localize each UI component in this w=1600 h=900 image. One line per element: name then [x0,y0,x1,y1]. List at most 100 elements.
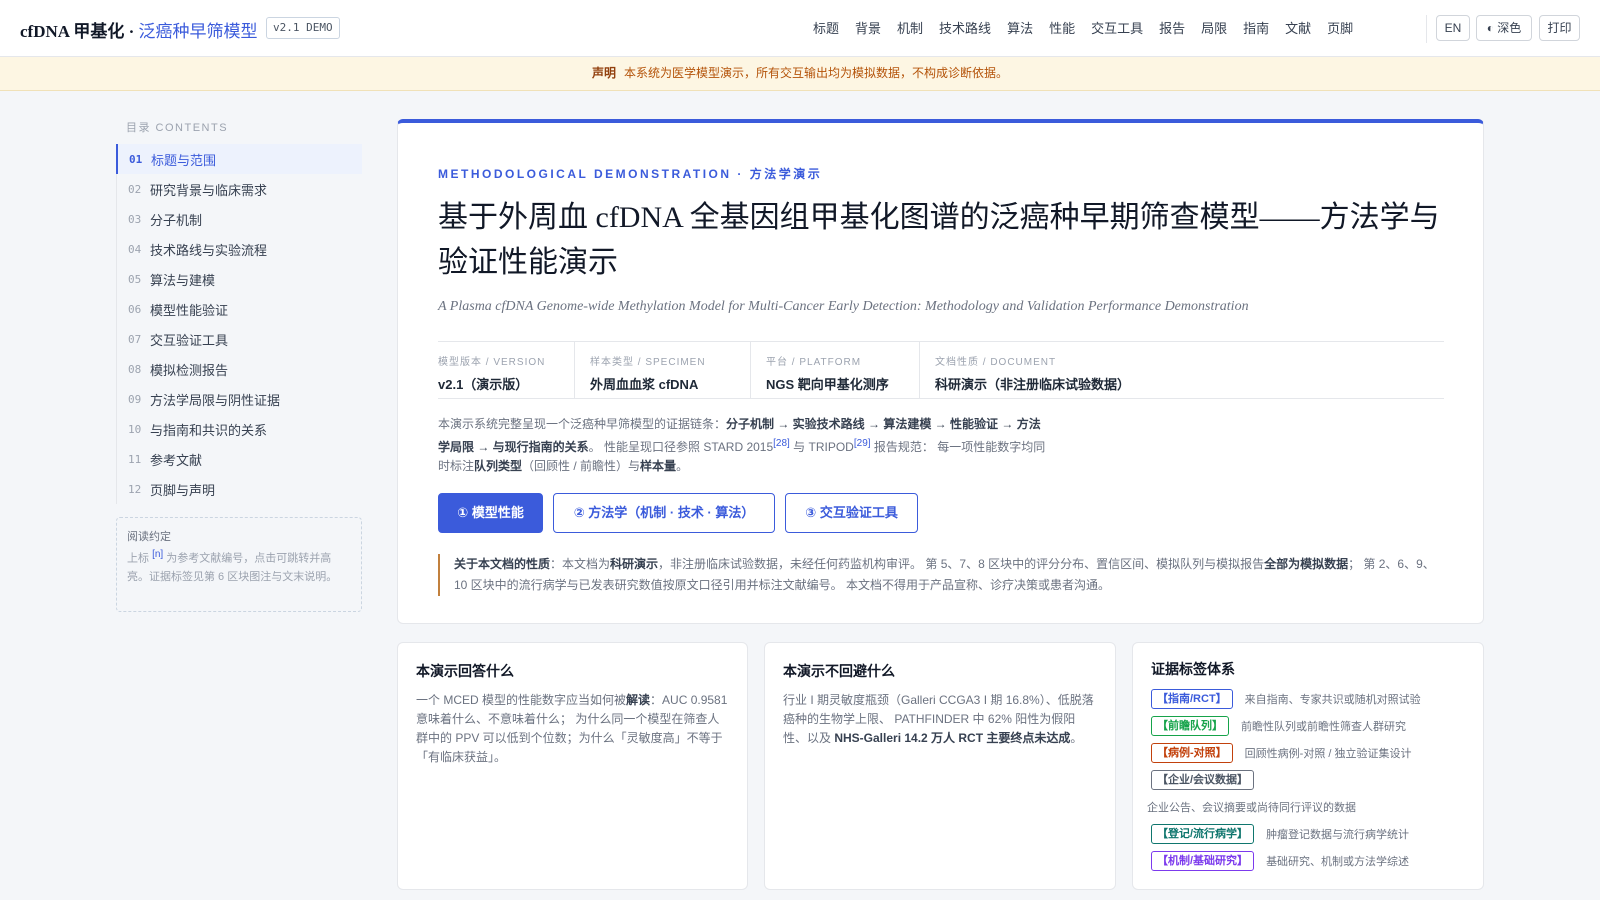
nav-item-algorithm[interactable]: 算法 [999,0,1041,57]
theme-toggle-button[interactable]: ◐ 深色 [1476,15,1532,41]
disclaimer-label: 声明 [591,66,616,80]
card-body: 行业 I 期灵敏度瓶颈（Galleri CCGA3 I 期 16.8%）、低脱落… [783,693,1094,745]
toc-item-06[interactable]: 06 模型性能验证 [117,294,362,324]
evidence-tag-desc-row: 企业公告、会议摘要或尚待同行评议的数据 [1147,793,1465,820]
page-title: 基于外周血 cfDNA 全基因组甲基化图谱的泛癌种早期筛查模型——方法学与验证性… [438,201,1440,279]
circled-one-icon: ① [457,505,469,520]
evidence-tag-row: 【病例-对照】 回顾性病例-对照 / 独立验证集设计 [1151,739,1465,766]
methodology-button[interactable]: ② 方法学（机制 · 技术 · 算法） [553,493,775,533]
toc-item-04[interactable]: 04 技术路线与实验流程 [117,234,362,264]
toc-item-01[interactable]: 01 标题与范围 [116,144,362,174]
tag-registry: 【登记/流行病学】 [1151,823,1255,844]
disclaimer-text: 本系统为医学模型演示，所有交互输出均为模拟数据，不构成诊断依据。 [624,66,1009,80]
toc-num: 12 [128,482,142,496]
reading-conventions-box: 阅读约定 上标 [n] 为参考文献编号，点击可跳转并高亮。证据标签见第 6 区块… [116,517,362,612]
toc-item-09[interactable]: 09 方法学局限与阴性证据 [117,384,362,414]
toc-num: 02 [128,182,142,196]
toc-label: 页脚与声明 [150,482,216,498]
nav-item-limitations[interactable]: 局限 [1193,0,1235,57]
toc-item-03[interactable]: 03 分子机制 [117,204,362,234]
nav-item-interactive-tools[interactable]: 交互工具 [1083,0,1151,57]
evidence-tag-row: 【前瞻队列】 前瞻性队列或前瞻性筛查人群研究 [1151,712,1465,739]
circled-two-icon: ② [573,505,585,520]
version-badge: v2.1 DEMO [266,17,340,39]
intro-paragraph: 本演示系统完整呈现一个泛癌种早筛模型的证据链条：分子机制 → 实验技术路线 → … [438,417,1046,473]
tag-prospective-cohort: 【前瞻队列】 [1151,715,1229,736]
eyebrow-label: METHODOLOGICAL DEMONSTRATION · 方法学演示 [438,167,823,181]
toc-num: 08 [128,362,142,376]
card-body: 一个 MCED 模型的性能数字应当如何被解读：AUC 0.9581 意味着什么、… [416,693,728,764]
page-subtitle: A Plasma cfDNA Genome-wide Methylation M… [438,299,1249,314]
model-performance-button[interactable]: ① 模型性能 [438,493,543,533]
toc-label: 与指南和共识的关系 [150,422,268,438]
evidence-tag-row: 【指南/RCT】 来自指南、专家共识或随机对照试验 [1151,685,1465,712]
reading-heading: 阅读约定 [127,531,171,543]
language-button[interactable]: EN [1436,15,1470,41]
toc-label: 模拟检测报告 [150,362,229,378]
toc-label: 方法学局限与阴性证据 [150,392,281,408]
tag-mechanism: 【机制/基础研究】 [1151,850,1255,871]
toc-label: 标题与范围 [151,152,217,168]
toc-num: 09 [128,392,142,406]
citation-29[interactable]: [29] [854,438,871,449]
brand-accent: 泛癌种早筛模型 [138,22,258,41]
citation-28[interactable]: [28] [773,438,790,449]
toc-item-11[interactable]: 11 参考文献 [117,444,362,474]
brand-logo[interactable]: cfDNA 甲基化 · 泛癌种早筛模型 [20,17,258,42]
nav-item-footer[interactable]: 页脚 [1319,0,1361,57]
toc-label: 技术路线与实验流程 [150,242,268,258]
toc-item-05[interactable]: 05 算法与建模 [117,264,362,294]
toc-item-08[interactable]: 08 模拟检测报告 [117,354,362,384]
toc-num: 07 [128,332,142,346]
toc-item-02[interactable]: 02 研究背景与临床需求 [117,174,362,204]
nav-item-guidelines[interactable]: 指南 [1235,0,1277,57]
nav-item-title[interactable]: 标题 [805,0,847,57]
meta-version: 模型版本 / VERSION v2.1（演示版） [438,342,575,398]
toc-num: 05 [128,272,142,286]
card-what-it-answers: 本演示回答什么 一个 MCED 模型的性能数字应当如何被解读：AUC 0.958… [397,642,748,890]
tag-case-control: 【病例-对照】 [1151,742,1233,763]
toc-item-10[interactable]: 10 与指南和共识的关系 [117,414,362,444]
reading-text: 上标 [n] 为参考文献编号，点击可跳转并高亮。证据标签见第 6 区块图注与文末… [127,549,338,583]
evidence-tag-row: 【登记/流行病学】 肿瘤登记数据与流行病学统计 [1151,820,1465,847]
hero-card: METHODOLOGICAL DEMONSTRATION · 方法学演示 基于外… [397,119,1484,624]
toc-label: 研究背景与临床需求 [150,182,268,198]
brand-main: cfDNA 甲基化 · [20,22,139,41]
document-nature-note: 关于本文档的性质：本文档为科研演示，非注册临床试验数据，未经任何药监机构审评。 … [438,554,1448,596]
toc-num: 03 [128,212,142,226]
nav-item-tech-route[interactable]: 技术路线 [931,0,999,57]
meta-specimen: 样本类型 / SPECIMEN 外周血血浆 cfDNA [590,342,751,398]
disclaimer-banner: 声明 本系统为医学模型演示，所有交互输出均为模拟数据，不构成诊断依据。 [0,57,1600,91]
toc-num: 01 [129,152,143,166]
toc-label: 分子机制 [150,212,203,228]
meta-document: 文档性质 / DOCUMENT 科研演示（非注册临床试验数据） [935,357,1131,392]
card-title: 本演示不回避什么 [783,663,895,679]
nav-item-mechanism[interactable]: 机制 [889,0,931,57]
toc-label: 参考文献 [150,452,203,468]
toc-item-07[interactable]: 07 交互验证工具 [117,324,362,354]
circled-three-icon: ③ [805,505,817,520]
toc-label: 交互验证工具 [150,332,229,348]
card-evidence-tags: 证据标签体系 【指南/RCT】 来自指南、专家共识或随机对照试验 【前瞻队列】 前瞻… [1132,642,1484,890]
nav-item-background[interactable]: 背景 [847,0,889,57]
toc-num: 06 [128,302,142,316]
card-title: 本演示回答什么 [416,663,514,679]
toc-item-12[interactable]: 12 页脚与声明 [117,474,362,504]
toc-num: 10 [128,422,142,436]
nav-item-report[interactable]: 报告 [1151,0,1193,57]
citation-marker: [n] [152,549,164,560]
meta-platform: 平台 / PLATFORM NGS 靶向甲基化测序 [766,342,920,398]
nav-item-performance[interactable]: 性能 [1041,0,1083,57]
evidence-tag-row: 【机制/基础研究】 基础研究、机制或方法学综述 [1151,847,1465,874]
theme-button-label: 深色 [1497,21,1522,35]
top-navbar: cfDNA 甲基化 · 泛癌种早筛模型 v2.1 DEMO 标题 背景 机制 技… [0,0,1600,57]
interactive-tools-button[interactable]: ③ 交互验证工具 [785,493,918,533]
card-title: 证据标签体系 [1151,661,1235,677]
tag-industry-data: 【企业/会议数据】 [1151,769,1255,790]
print-button[interactable]: 打印 [1539,15,1580,41]
toc-num: 11 [128,452,142,466]
evidence-tag-row: 【企业/会议数据】 [1151,766,1465,793]
table-of-contents: 01 标题与范围 02 研究背景与临床需求 03 分子机制 04 技术路线与实验流程 0… [116,144,362,504]
tag-guideline-rct: 【指南/RCT】 [1151,688,1233,709]
nav-item-references[interactable]: 文献 [1277,0,1319,57]
